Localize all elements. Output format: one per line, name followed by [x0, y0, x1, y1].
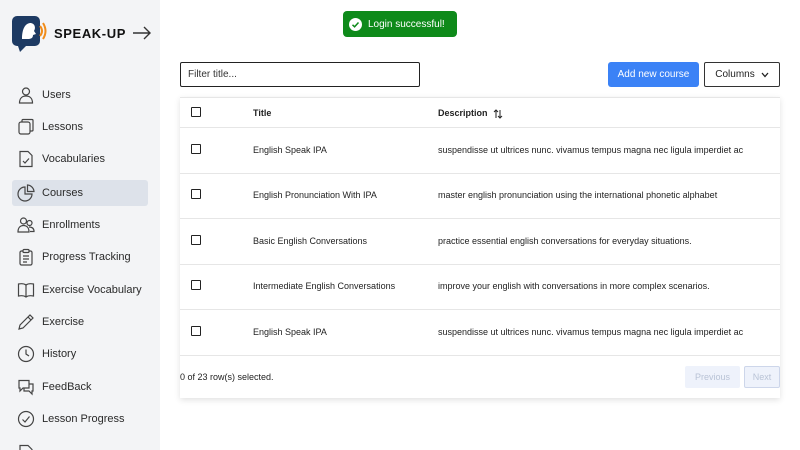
- brand[interactable]: SPEAK-UP: [12, 14, 152, 52]
- column-header-description[interactable]: Description: [438, 108, 488, 118]
- sidebar-item-partial[interactable]: [12, 440, 148, 450]
- table-header: Title Description: [180, 97, 780, 128]
- cell-description: suspendisse ut ultrices nunc. vivamus te…: [438, 327, 744, 337]
- brand-name: SPEAK-UP: [54, 25, 126, 41]
- sidebar-item-lesson-progress[interactable]: Lesson Progress: [12, 406, 148, 432]
- table-row[interactable]: English Speak IPA suspendisse ut ultrice…: [180, 128, 780, 174]
- courses-table: Title Description English Speak IPA susp…: [180, 97, 780, 398]
- selection-count: 0 of 23 row(s) selected.: [180, 372, 274, 382]
- sidebar-item-label: Users: [42, 89, 71, 101]
- row-checkbox[interactable]: [191, 235, 201, 245]
- pencil-icon: [18, 314, 34, 330]
- sidebar-item-label: FeedBack: [42, 381, 92, 393]
- table-row[interactable]: Intermediate English Conversations impro…: [180, 264, 780, 310]
- check-circle-icon: [17, 410, 35, 428]
- sidebar-item-courses[interactable]: Courses: [12, 180, 148, 206]
- pie-chart-icon: [17, 184, 35, 202]
- clipboard-icon: [19, 248, 33, 266]
- sidebar-item-exercise[interactable]: Exercise: [12, 309, 148, 335]
- users-icon: [17, 217, 35, 233]
- lessons-icon: [18, 118, 34, 135]
- cell-title: English Pronunciation With IPA: [253, 190, 377, 200]
- sidebar-item-label: Vocabularies: [42, 153, 105, 165]
- cell-title: English Speak IPA: [253, 145, 327, 155]
- arrow-right-icon[interactable]: [132, 26, 152, 40]
- sidebar-item-exercise-vocabulary[interactable]: Exercise Vocabulary: [12, 277, 148, 303]
- sidebar-item-vocabularies[interactable]: Vocabularies: [12, 146, 148, 172]
- sidebar-item-history[interactable]: History: [12, 341, 148, 367]
- add-new-course-button[interactable]: Add new course: [608, 62, 699, 87]
- cell-title: Basic English Conversations: [253, 236, 368, 246]
- toast-message: Login successful!: [368, 18, 445, 30]
- sidebar-item-feedback[interactable]: FeedBack: [12, 374, 148, 400]
- book-icon: [17, 283, 35, 298]
- sidebar-item-label: Courses: [42, 187, 83, 199]
- sidebar-item-users[interactable]: Users: [12, 82, 148, 108]
- column-header-title[interactable]: Title: [253, 108, 271, 118]
- sidebar-item-label: Lesson Progress: [42, 413, 125, 425]
- check-circle-icon: [349, 17, 362, 31]
- table-row[interactable]: English Pronunciation With IPA master en…: [180, 173, 780, 219]
- sidebar-item-label: Exercise Vocabulary: [42, 284, 142, 296]
- sidebar-item-lessons[interactable]: Lessons: [12, 114, 148, 140]
- document-icon: [19, 444, 33, 450]
- toast-success: Login successful!: [343, 11, 457, 37]
- row-checkbox[interactable]: [191, 189, 201, 199]
- chat-icon: [18, 379, 34, 396]
- sort-icon[interactable]: [493, 109, 503, 119]
- cell-description: suspendisse ut ultrices nunc. vivamus te…: [438, 145, 744, 155]
- sidebar-item-label: Progress Tracking: [42, 251, 131, 263]
- clock-icon: [17, 345, 35, 363]
- next-page-button[interactable]: Next: [744, 366, 780, 388]
- row-checkbox[interactable]: [191, 144, 201, 154]
- cell-description: master english pronunciation using the i…: [438, 190, 718, 200]
- sidebar-item-label: History: [42, 348, 77, 360]
- row-checkbox[interactable]: [191, 326, 201, 336]
- cell-title: English Speak IPA: [253, 327, 327, 337]
- columns-dropdown-button[interactable]: Columns: [704, 62, 780, 87]
- table-row[interactable]: Basic English Conversations practice ess…: [180, 219, 780, 265]
- row-checkbox[interactable]: [191, 280, 201, 290]
- filter-title-input[interactable]: [180, 62, 420, 87]
- user-icon: [18, 87, 34, 104]
- sidebar-item-label: Exercise: [42, 316, 85, 328]
- sidebar-item-enrollments[interactable]: Enrollments: [12, 212, 148, 238]
- table-row[interactable]: English Speak IPA suspendisse ut ultrice…: [180, 310, 780, 356]
- document-check-icon: [19, 150, 33, 168]
- sidebar-item-progress-tracking[interactable]: Progress Tracking: [12, 244, 148, 270]
- columns-label: Columns: [715, 69, 755, 80]
- cell-description: improve your english with conversations …: [438, 281, 710, 291]
- sidebar: SPEAK-UP Users Lessons Vocabularies Cour…: [0, 0, 160, 450]
- cell-description: practice essential english conversations…: [438, 236, 692, 246]
- cell-title: Intermediate English Conversations: [253, 281, 396, 291]
- sidebar-item-label: Lessons: [42, 121, 83, 133]
- chevron-down-icon: [761, 72, 769, 77]
- select-all-checkbox[interactable]: [191, 107, 201, 117]
- sidebar-item-label: Enrollments: [42, 219, 101, 231]
- speak-up-logo: [12, 16, 47, 52]
- previous-page-button[interactable]: Previous: [685, 366, 740, 388]
